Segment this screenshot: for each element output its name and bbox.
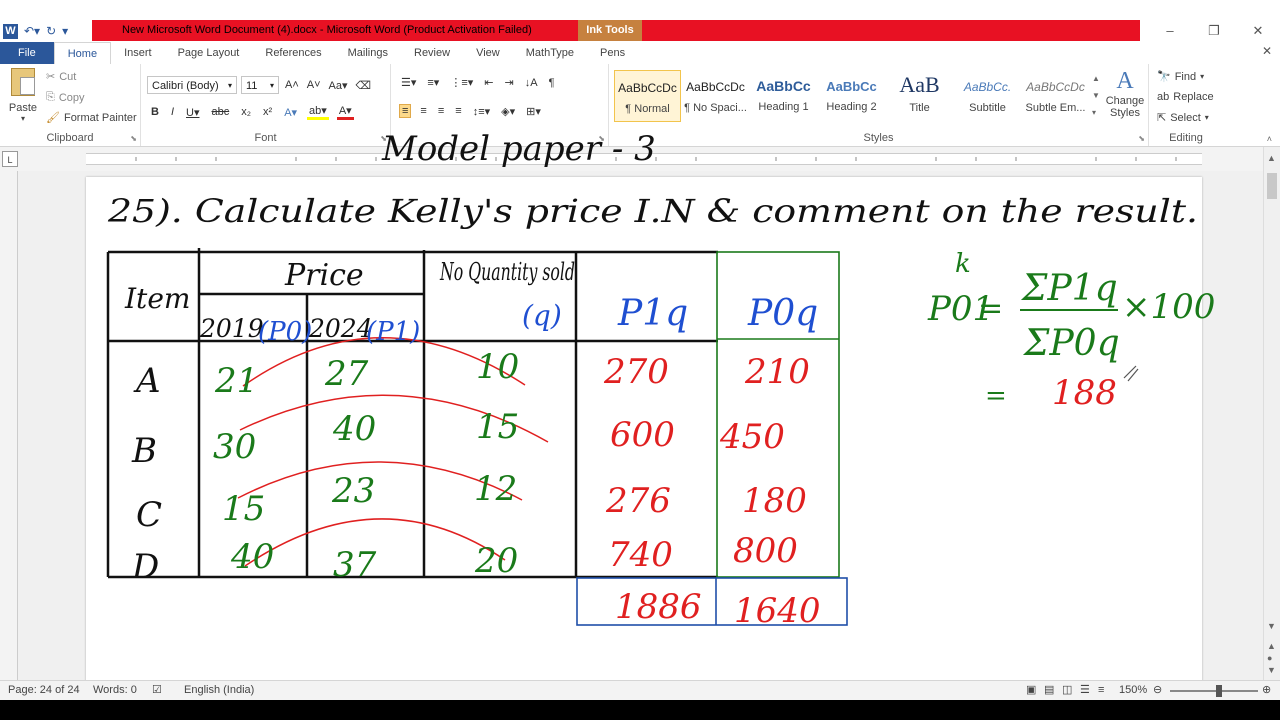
word-count[interactable]: Words: 0: [93, 681, 137, 700]
row-c-item: C: [136, 495, 162, 535]
row-c-p1q: 276: [605, 481, 671, 521]
formula-multiplier: ×100: [1122, 287, 1215, 327]
ink-question: 25). Calculate Kelly's price I.N & comme…: [107, 192, 1198, 230]
row-c-p1: 23: [331, 471, 375, 511]
zoom-out-icon[interactable]: ⊖: [1153, 681, 1162, 700]
web-layout-icon[interactable]: ◫: [1062, 681, 1072, 700]
formula-denominator: ΣP0q: [1022, 323, 1120, 364]
header-2019: 2019: [199, 314, 264, 343]
header-2024: 2024: [308, 314, 373, 343]
formula-superscript: k: [955, 249, 971, 279]
header-price: Price: [284, 258, 364, 293]
proofing-icon[interactable]: ☑: [152, 681, 162, 700]
row-c-p0q: 180: [742, 481, 807, 521]
header-q: (q): [522, 299, 562, 332]
header-p1: (P1): [366, 317, 420, 347]
row-a-item: A: [133, 361, 161, 401]
row-d-p0: 40: [230, 537, 274, 577]
row-a-p1: 27: [324, 354, 369, 394]
total-p1q: 1886: [615, 587, 702, 627]
print-layout-icon[interactable]: ▣: [1026, 681, 1036, 700]
header-item: Item: [124, 282, 190, 315]
zoom-level[interactable]: 150%: [1119, 681, 1147, 700]
ink-layer: Model paper - 3 25). Calculate Kelly's p…: [106, 129, 1215, 631]
pen-cursor-icon: [1123, 365, 1139, 382]
zoom-in-icon[interactable]: ⊕: [1262, 681, 1271, 700]
formula-equals: =: [978, 291, 1003, 326]
row-a-p0q: 210: [744, 352, 810, 392]
header-p1q: P1q: [617, 293, 688, 334]
full-screen-reading-icon[interactable]: ▤: [1044, 681, 1054, 700]
row-d-q: 20: [474, 541, 518, 581]
word-window: W ↶▾ ↻ ▾ New Microsoft Word Document (4)…: [0, 0, 1280, 720]
row-d-item: D: [131, 547, 159, 587]
row-b-p1: 40: [332, 409, 376, 449]
row-b-p0q: 450: [719, 417, 785, 457]
page-count[interactable]: Page: 24 of 24: [8, 681, 80, 700]
outline-icon[interactable]: ☰: [1080, 681, 1090, 700]
formula-result: 188: [1052, 373, 1117, 413]
formula-numerator: ΣP1q: [1020, 268, 1118, 309]
row-b-p1q: 600: [610, 415, 675, 455]
row-d-p1q: 740: [608, 535, 673, 575]
row-a-q: 10: [476, 347, 519, 387]
header-qty: No Quantity sold: [439, 258, 575, 286]
draft-icon[interactable]: ≡: [1098, 681, 1104, 700]
row-a-p1q: 270: [603, 352, 669, 392]
ink-header: Model paper - 3: [381, 129, 656, 169]
header-p0q: P0q: [747, 293, 818, 334]
row-b-q: 15: [476, 407, 519, 447]
total-p0q: 1640: [734, 591, 821, 631]
header-p0: (P0): [258, 317, 312, 347]
row-c-p0: 15: [222, 489, 265, 529]
row-b-item: B: [131, 431, 157, 471]
zoom-slider-knob[interactable]: [1216, 685, 1222, 697]
result-equals: =: [985, 381, 1007, 411]
table-headers: Item Price 2019 (P0) 2024 (P1) No Quanti…: [124, 258, 818, 347]
row-a-p0: 21: [214, 361, 258, 401]
formula: k P01 = ΣP1q ΣP0q ×100 = 188: [927, 249, 1215, 413]
row-c-q: 12: [474, 469, 517, 509]
row-b-p0: 30: [213, 427, 256, 467]
bottom-letterbox: [0, 700, 1280, 720]
row-d-p1: 37: [333, 545, 377, 585]
row-d-p0q: 800: [733, 531, 798, 571]
zoom-slider[interactable]: [1170, 690, 1258, 692]
language[interactable]: English (India): [184, 681, 254, 700]
status-bar: Page: 24 of 24 Words: 0 ☑ English (India…: [0, 680, 1280, 700]
